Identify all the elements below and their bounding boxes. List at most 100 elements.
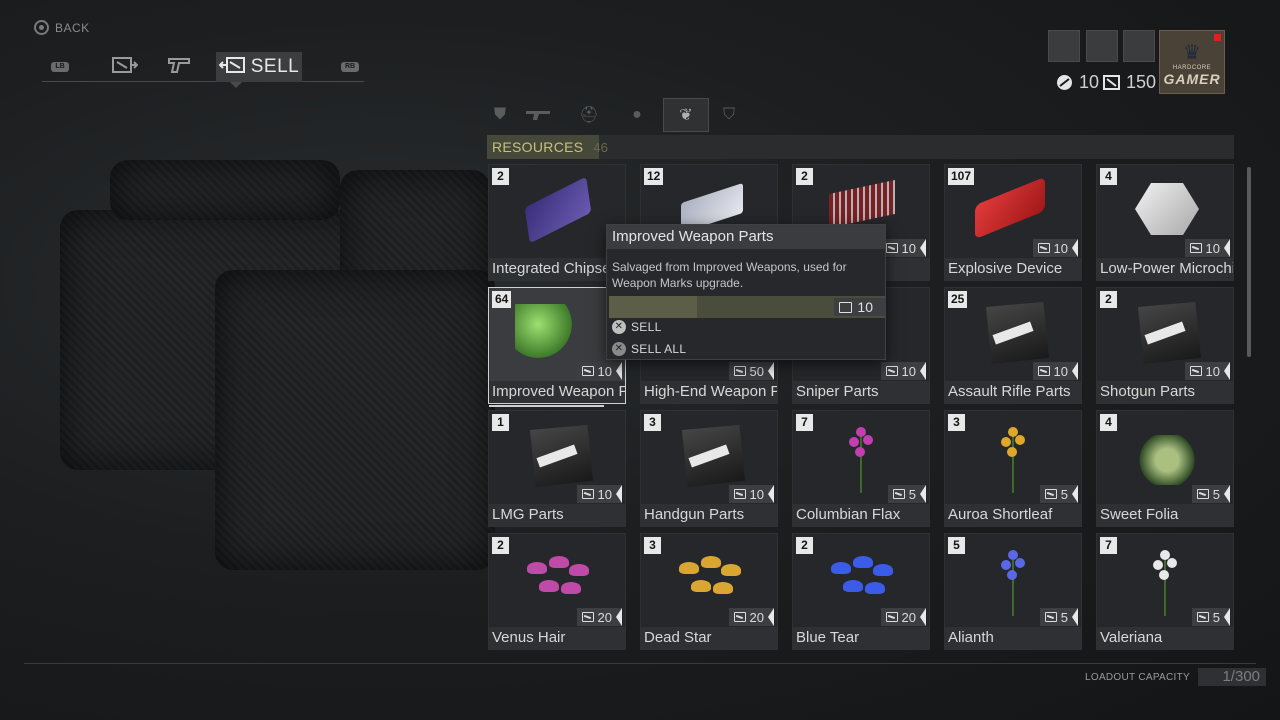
item-card[interactable]: 1 10 LMG Parts	[488, 410, 626, 527]
money: 150	[1103, 72, 1156, 93]
badge-icon: ⛉	[722, 106, 735, 123]
item-card[interactable]: 107 10 Explosive Device	[944, 164, 1082, 281]
item-price-value: 10	[597, 486, 612, 502]
item-tooltip: Improved Weapon Parts Salvaged from Impr…	[606, 224, 886, 360]
category-badges[interactable]: ⛉	[706, 98, 752, 132]
sell-amount-bar[interactable]: 10	[609, 296, 885, 318]
tab-sell[interactable]: SELL	[216, 52, 302, 82]
item-price-value: 20	[901, 609, 916, 625]
item-name: LMG Parts	[489, 504, 625, 526]
gun-icon	[167, 56, 191, 79]
tab-weapons[interactable]	[156, 52, 202, 82]
tooltip-price: 10	[834, 298, 885, 316]
item-image	[671, 554, 747, 610]
item-quantity: 2	[492, 537, 509, 554]
background-crate	[110, 160, 340, 220]
inventory-slot	[1086, 30, 1118, 62]
item-price-value: 10	[1053, 240, 1068, 256]
skell-credits-value: 10	[1079, 72, 1100, 92]
item-quantity: 3	[948, 414, 965, 431]
item-price-value: 10	[597, 363, 612, 379]
item-price-value: 10	[749, 486, 764, 502]
category-resources[interactable]: ❦	[663, 98, 709, 132]
item-price-value: 5	[908, 486, 916, 502]
item-name: High-End Weapon P...	[641, 381, 777, 403]
item-name: Sweet Folia	[1097, 504, 1233, 526]
category-items[interactable]: ●	[614, 98, 660, 132]
item-price-value: 10	[1205, 363, 1220, 379]
money-icon	[581, 612, 594, 622]
category-gear[interactable]: ⛑	[566, 98, 612, 132]
item-image	[993, 423, 1033, 493]
player-emblem: ♛ HARDCORE GAMER	[1159, 30, 1225, 94]
item-card[interactable]: 2 10 Shotgun Parts	[1096, 287, 1234, 404]
resources-header: RESOURCES 46	[487, 135, 1234, 159]
skull-icon: ♛	[1183, 42, 1201, 64]
item-image	[1135, 183, 1199, 235]
resources-label-box: RESOURCES 46	[487, 135, 608, 159]
item-image	[524, 176, 592, 244]
item-price-value: 10	[1053, 363, 1068, 379]
item-name: Low-Power Microchip	[1097, 258, 1233, 280]
category-weapons[interactable]	[515, 98, 561, 132]
item-card[interactable]: 7 5 Valeriana	[1096, 533, 1234, 650]
notification-dot	[1214, 34, 1221, 41]
item-price: 20	[576, 608, 623, 626]
hold-a-button-icon: ✕	[612, 342, 626, 356]
shield-icon: ⛊	[493, 106, 506, 123]
item-price-value: 50	[749, 363, 764, 379]
inventory-slot	[1123, 30, 1155, 62]
item-card[interactable]: 2 20 Venus Hair	[488, 533, 626, 650]
item-price: 5	[1039, 485, 1079, 503]
item-card[interactable]: 4 5 Sweet Folia	[1096, 410, 1234, 527]
tooltip-title: Improved Weapon Parts	[607, 225, 885, 249]
money-icon	[892, 489, 905, 499]
item-image	[1145, 546, 1185, 616]
item-price: 5	[1191, 608, 1231, 626]
money-icon	[1037, 243, 1050, 253]
item-quantity: 2	[796, 168, 813, 185]
money-icon	[885, 366, 898, 376]
item-price-value: 20	[597, 609, 612, 625]
tab-indicator	[230, 82, 242, 88]
b-button-icon	[34, 20, 49, 35]
money-icon	[581, 366, 594, 376]
sell-amount-fill	[609, 296, 698, 318]
item-card[interactable]: 3 20 Dead Star	[640, 533, 778, 650]
item-image	[682, 425, 745, 487]
item-card[interactable]: 5 5 Alianth	[944, 533, 1082, 650]
item-name: Blue Tear	[793, 627, 929, 649]
tab-buy[interactable]	[102, 52, 148, 82]
footer-divider	[24, 663, 1256, 664]
item-card[interactable]: 4 10 Low-Power Microchip	[1096, 164, 1234, 281]
sell-action[interactable]: ✕ SELL	[612, 320, 662, 334]
item-image	[1138, 302, 1201, 364]
item-price: 10	[728, 485, 775, 503]
left-bumper-icon[interactable]: LB	[51, 62, 69, 72]
item-name: Auroa Shortleaf	[945, 504, 1081, 526]
item-card[interactable]: 7 5 Columbian Flax	[792, 410, 930, 527]
item-price: 10	[1184, 239, 1231, 257]
helmet-icon: ⛑	[578, 107, 600, 124]
item-price: 20	[728, 608, 775, 626]
item-card[interactable]: 25 10 Assault Rifle Parts	[944, 287, 1082, 404]
scrollbar[interactable]	[1247, 167, 1251, 357]
item-card[interactable]: 3 5 Auroa Shortleaf	[944, 410, 1082, 527]
back-button[interactable]: BACK	[34, 20, 90, 35]
item-price: 10	[1032, 362, 1079, 380]
item-card[interactable]: 2 20 Blue Tear	[792, 533, 930, 650]
item-quantity: 7	[796, 414, 813, 431]
item-card[interactable]: 3 10 Handgun Parts	[640, 410, 778, 527]
emblem-text-large: GAMER	[1163, 71, 1221, 87]
sell-all-action[interactable]: ✕ SELL ALL	[612, 342, 686, 356]
resources-count: 46	[593, 139, 608, 155]
item-price: 10	[880, 239, 927, 257]
item-price-value: 10	[1205, 240, 1220, 256]
item-quantity: 7	[1100, 537, 1117, 554]
sell-action-label: SELL	[631, 320, 662, 334]
item-name: Dead Star	[641, 627, 777, 649]
item-image	[841, 423, 881, 493]
right-bumper-icon[interactable]: RB	[341, 62, 359, 72]
money-icon	[885, 243, 898, 253]
item-name: Venus Hair	[489, 627, 625, 649]
